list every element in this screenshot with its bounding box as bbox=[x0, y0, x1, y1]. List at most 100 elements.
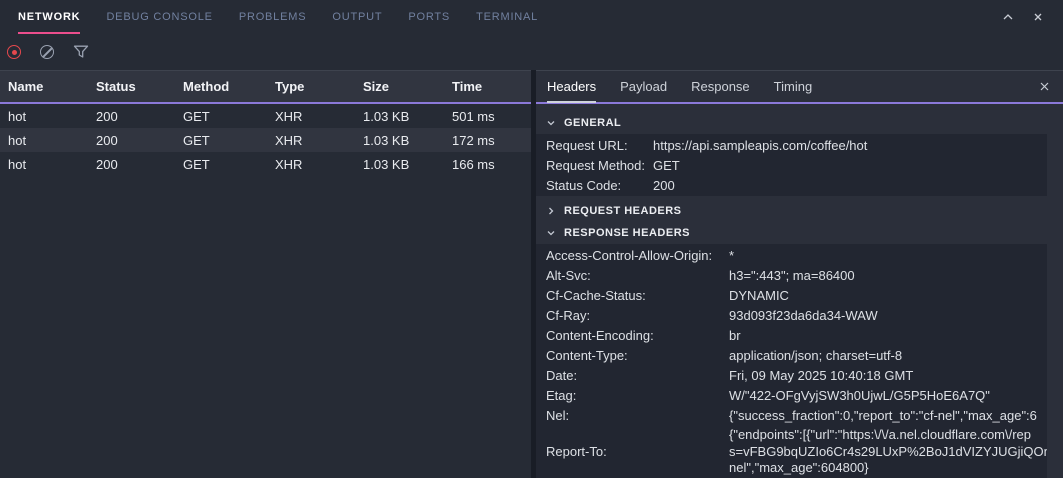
tab-debug-console[interactable]: DEBUG CONSOLE bbox=[106, 0, 212, 34]
header-row: Content-Encoding: br bbox=[536, 325, 1047, 345]
header-value: GET bbox=[653, 158, 1047, 173]
header-row: Request Method: GET bbox=[536, 155, 1047, 175]
cell-status: 200 bbox=[96, 109, 183, 124]
request-table: Name Status Method Type Size Time hot 20… bbox=[0, 70, 531, 478]
header-value: br bbox=[729, 328, 1047, 343]
column-type[interactable]: Type bbox=[275, 79, 363, 94]
header-key: Request URL: bbox=[546, 138, 653, 153]
cell-method: GET bbox=[183, 157, 275, 172]
header-key: Report-To: bbox=[546, 444, 729, 459]
cell-size: 1.03 KB bbox=[363, 157, 452, 172]
cell-type: XHR bbox=[275, 133, 363, 148]
headers-content: GENERAL Request URL: https://api.samplea… bbox=[536, 104, 1063, 478]
tab-headers[interactable]: Headers bbox=[547, 72, 596, 103]
chevron-down-icon bbox=[546, 228, 556, 238]
cell-method: GET bbox=[183, 133, 275, 148]
header-key: Access-Control-Allow-Origin: bbox=[546, 248, 729, 263]
section-request-headers[interactable]: REQUEST HEADERS bbox=[536, 200, 1063, 222]
column-name[interactable]: Name bbox=[8, 79, 96, 94]
header-key: Nel: bbox=[546, 408, 729, 423]
header-row: Alt-Svc: h3=":443"; ma=86400 bbox=[536, 265, 1047, 285]
header-row: Cf-Ray: 93d093f23da6da34-WAW bbox=[536, 305, 1047, 325]
header-value: https://api.sampleapis.com/coffee/hot bbox=[653, 138, 1047, 153]
close-icon[interactable] bbox=[1038, 80, 1051, 93]
section-response-headers[interactable]: RESPONSE HEADERS bbox=[536, 222, 1063, 244]
request-details-pane: Headers Payload Response Timing GENERAL bbox=[536, 70, 1063, 478]
header-value: W/"422-OFgVyjSW3h0UjwL/G5P5HoE6A7Q" bbox=[729, 388, 1047, 403]
table-row[interactable]: hot 200 GET XHR 1.03 KB 166 ms bbox=[0, 152, 531, 176]
header-value: * bbox=[729, 248, 1047, 263]
record-icon[interactable] bbox=[7, 45, 21, 59]
header-key: Date: bbox=[546, 368, 729, 383]
header-key: Content-Encoding: bbox=[546, 328, 729, 343]
header-row: Etag: W/"422-OFgVyjSW3h0UjwL/G5P5HoE6A7Q… bbox=[536, 385, 1047, 405]
header-row: Date: Fri, 09 May 2025 10:40:18 GMT bbox=[536, 365, 1047, 385]
header-value: Fri, 09 May 2025 10:40:18 GMT bbox=[729, 368, 1047, 383]
request-table-header: Name Status Method Type Size Time bbox=[0, 70, 531, 104]
cell-status: 200 bbox=[96, 157, 183, 172]
header-key: Request Method: bbox=[546, 158, 653, 173]
header-value-line: {"endpoints":[{"url":"https:\/\/a.nel.cl… bbox=[729, 427, 1047, 444]
header-value: {"endpoints":[{"url":"https:\/\/a.nel.cl… bbox=[729, 427, 1047, 477]
table-row[interactable]: hot 200 GET XHR 1.03 KB 172 ms bbox=[0, 128, 531, 152]
header-value: 93d093f23da6da34-WAW bbox=[729, 308, 1047, 323]
section-general[interactable]: GENERAL bbox=[536, 112, 1063, 134]
header-value-line: nel","max_age":604800} bbox=[729, 460, 1047, 477]
header-value: 200 bbox=[653, 178, 1047, 193]
section-title: REQUEST HEADERS bbox=[564, 205, 682, 217]
cell-name: hot bbox=[8, 109, 96, 124]
tab-timing[interactable]: Timing bbox=[774, 71, 813, 102]
header-value: {"success_fraction":0,"report_to":"cf-ne… bbox=[729, 408, 1047, 423]
header-key: Etag: bbox=[546, 388, 729, 403]
column-time[interactable]: Time bbox=[452, 79, 531, 94]
header-row: Nel: {"success_fraction":0,"report_to":"… bbox=[536, 405, 1047, 425]
chevron-up-icon[interactable] bbox=[1001, 10, 1015, 24]
clear-icon[interactable] bbox=[40, 45, 54, 59]
header-key: Alt-Svc: bbox=[546, 268, 729, 283]
column-method[interactable]: Method bbox=[183, 79, 275, 94]
cell-name: hot bbox=[8, 133, 96, 148]
header-row: Access-Control-Allow-Origin: * bbox=[536, 245, 1047, 265]
header-row: Content-Type: application/json; charset=… bbox=[536, 345, 1047, 365]
cell-name: hot bbox=[8, 157, 96, 172]
panel-tab-strip: NETWORK DEBUG CONSOLE PROBLEMS OUTPUT PO… bbox=[0, 0, 1063, 34]
cell-size: 1.03 KB bbox=[363, 109, 452, 124]
cell-time: 166 ms bbox=[452, 157, 531, 172]
devtools-panel: NETWORK DEBUG CONSOLE PROBLEMS OUTPUT PO… bbox=[0, 0, 1063, 478]
details-tab-bar: Headers Payload Response Timing bbox=[536, 70, 1063, 104]
tab-output[interactable]: OUTPUT bbox=[332, 0, 382, 34]
column-status[interactable]: Status bbox=[96, 79, 183, 94]
header-row: Request URL: https://api.sampleapis.com/… bbox=[536, 135, 1047, 155]
main-split: Name Status Method Type Size Time hot 20… bbox=[0, 70, 1063, 478]
tab-network[interactable]: NETWORK bbox=[18, 0, 80, 34]
cell-size: 1.03 KB bbox=[363, 133, 452, 148]
cell-type: XHR bbox=[275, 109, 363, 124]
tab-payload[interactable]: Payload bbox=[620, 71, 667, 102]
header-value: h3=":443"; ma=86400 bbox=[729, 268, 1047, 283]
cell-type: XHR bbox=[275, 157, 363, 172]
chevron-down-icon bbox=[546, 118, 556, 128]
table-row[interactable]: hot 200 GET XHR 1.03 KB 501 ms bbox=[0, 104, 531, 128]
response-header-rows: Access-Control-Allow-Origin: * Alt-Svc: … bbox=[536, 244, 1047, 478]
cell-method: GET bbox=[183, 109, 275, 124]
header-key: Cf-Cache-Status: bbox=[546, 288, 729, 303]
cell-status: 200 bbox=[96, 133, 183, 148]
tab-problems[interactable]: PROBLEMS bbox=[239, 0, 307, 34]
general-rows: Request URL: https://api.sampleapis.com/… bbox=[536, 134, 1047, 196]
header-row: Report-To: {"endpoints":[{"url":"https:\… bbox=[536, 425, 1047, 478]
column-size[interactable]: Size bbox=[363, 79, 452, 94]
header-key: Cf-Ray: bbox=[546, 308, 729, 323]
filter-icon[interactable] bbox=[73, 44, 89, 60]
header-row: Cf-Cache-Status: DYNAMIC bbox=[536, 285, 1047, 305]
panel-tabs: NETWORK DEBUG CONSOLE PROBLEMS OUTPUT PO… bbox=[18, 0, 538, 34]
header-value: application/json; charset=utf-8 bbox=[729, 348, 1047, 363]
tab-response[interactable]: Response bbox=[691, 71, 750, 102]
header-key: Content-Type: bbox=[546, 348, 729, 363]
header-value: DYNAMIC bbox=[729, 288, 1047, 303]
panel-window-controls bbox=[1001, 10, 1045, 24]
close-icon[interactable] bbox=[1031, 10, 1045, 24]
tab-terminal[interactable]: TERMINAL bbox=[476, 0, 538, 34]
tab-ports[interactable]: PORTS bbox=[408, 0, 450, 34]
cell-time: 501 ms bbox=[452, 109, 531, 124]
section-title: RESPONSE HEADERS bbox=[564, 227, 690, 239]
